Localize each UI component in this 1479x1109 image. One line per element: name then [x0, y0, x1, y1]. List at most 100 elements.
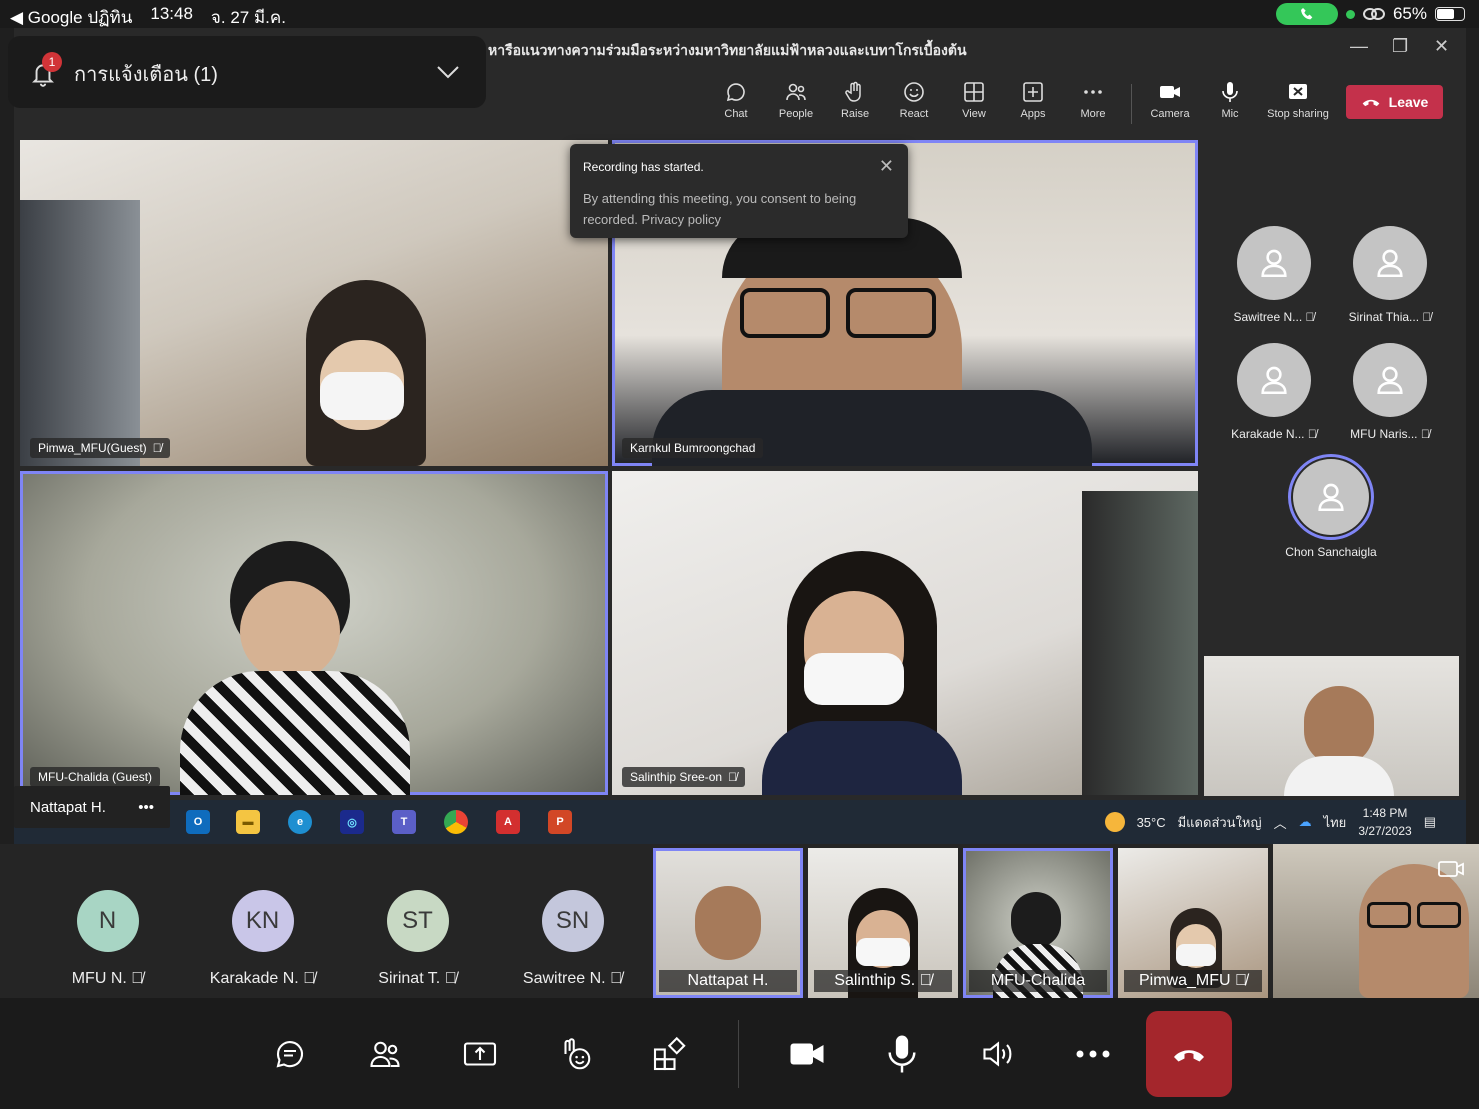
taskbar-clock[interactable]: 1:48 PM 3/27/2023 [1358, 804, 1411, 840]
apps-button[interactable]: Apps [1003, 80, 1063, 120]
share-tray-icon [463, 1042, 497, 1066]
taskbar-date: 3/27/2023 [1358, 824, 1412, 838]
participant-name: Sawitree N... [1233, 310, 1303, 324]
video-toggle-button[interactable] [785, 1032, 829, 1076]
notification-text: การแจ้งเตือน (1) [74, 64, 218, 86]
presenter-name-chip[interactable]: Nattapat H. ••• [14, 786, 170, 828]
raise-hand-button[interactable]: Raise [825, 80, 885, 120]
view-button[interactable]: View [944, 80, 1004, 120]
video-tile-salinthip[interactable]: Salinthip Sree-on 🎙̸ [612, 471, 1198, 795]
controls-divider [738, 1020, 739, 1088]
chat-button[interactable] [268, 1032, 312, 1076]
video-tile-pimwa[interactable]: Pimwa_MFU(Guest) 🎙̸ [20, 140, 608, 466]
camera-label: Camera [1150, 108, 1190, 120]
tile-name-chip: MFU-Chalida (Guest) [30, 767, 161, 787]
strip-video-chalida[interactable]: MFU-Chalida [963, 848, 1113, 998]
microphone-icon [1222, 82, 1238, 102]
face-mask [1176, 944, 1216, 966]
restore-icon[interactable]: ❐ [1392, 36, 1408, 57]
end-call-button[interactable] [1146, 1011, 1232, 1097]
participants-button[interactable] [363, 1032, 407, 1076]
acrobat-icon[interactable]: A [496, 810, 520, 834]
tile-name-chip: Pimwa_MFU(Guest) 🎙̸ [30, 438, 170, 458]
back-to-app-link[interactable]: ◀ Google ปฏิทิน [10, 4, 132, 31]
strip-participant-mfu-n[interactable]: N MFU N. 🎙̸ [30, 844, 185, 998]
strip-participant-sawitree[interactable]: SN Sawitree N. 🎙̸ [495, 844, 650, 998]
more-dots-icon[interactable]: ••• [138, 799, 154, 816]
side-participant-chon[interactable]: Chon Sanchaigla [1266, 454, 1396, 559]
participant-name: Nattapat H. [659, 970, 797, 992]
face-mask [804, 653, 904, 705]
glasses-left [740, 288, 830, 338]
webex-icon[interactable]: ◎ [340, 810, 364, 834]
more-button[interactable]: More [1063, 80, 1123, 120]
apps-button[interactable] [648, 1032, 692, 1076]
face [1359, 864, 1469, 998]
participant-name: Salinthip Sree-on [630, 770, 723, 784]
mic-muted-icon: 🎙̸ [131, 970, 144, 987]
stop-sharing-button[interactable]: Stop sharing [1260, 80, 1336, 120]
file-explorer-icon[interactable]: ▬ [236, 810, 260, 834]
mic-muted-icon: 🎙̸ [444, 970, 457, 987]
chat-button[interactable]: Chat [706, 80, 766, 120]
stop-share-icon [1289, 84, 1307, 99]
camera-button[interactable]: Camera [1140, 80, 1200, 120]
tile-name-chip: Karnkul Bumroongchad [622, 438, 764, 458]
people-icon [786, 83, 806, 101]
teams-icon[interactable]: T [392, 810, 416, 834]
minimize-icon[interactable]: — [1350, 36, 1368, 57]
avatar-person-icon [1237, 226, 1311, 300]
outlook-icon[interactable]: O [186, 810, 210, 834]
more-options-button[interactable] [1071, 1032, 1115, 1076]
mic-button[interactable]: Mic [1200, 80, 1260, 120]
face-mask [856, 938, 910, 966]
presenter-name: Nattapat H. [30, 798, 106, 816]
participant-name: Karnkul Bumroongchad [630, 441, 756, 455]
strip-video-pimwa[interactable]: Pimwa_MFU 🎙̸ [1118, 848, 1268, 998]
patterned-shirt [180, 671, 410, 795]
participant-name: MFU-Chalida [969, 970, 1107, 992]
chat-label: Chat [724, 108, 748, 120]
people-button[interactable]: People [766, 80, 826, 120]
leave-label: Leave [1388, 94, 1429, 110]
side-participant-mfu-naris[interactable]: MFU Naris... 🎙̸ [1338, 343, 1442, 441]
side-participant-sirinat[interactable]: Sirinat Thia... 🎙̸ [1338, 226, 1442, 324]
avatar-person-icon [1237, 343, 1311, 417]
view-label: View [962, 108, 986, 120]
self-camera-preview[interactable] [1273, 844, 1479, 998]
close-window-icon[interactable]: ✕ [1434, 36, 1449, 57]
participant-name: Pimwa_MFU [1138, 972, 1231, 989]
notification-center-icon[interactable]: ▤ [1424, 814, 1436, 830]
chevron-up-icon[interactable]: ︿ [1274, 813, 1287, 832]
powerpoint-icon[interactable]: P [548, 810, 572, 834]
mute-button[interactable] [880, 1032, 924, 1076]
react-button[interactable]: React [884, 80, 944, 120]
microphone-icon [888, 1035, 916, 1073]
strip-video-nattapat[interactable]: Nattapat H. [653, 848, 803, 998]
video-tile-chalida[interactable]: MFU-Chalida (Guest) [20, 471, 608, 795]
side-participant-sawitree[interactable]: Sawitree N... 🎙̸ [1222, 226, 1326, 324]
reactions-button[interactable] [553, 1032, 597, 1076]
chrome-icon[interactable] [444, 810, 468, 834]
edge-icon[interactable]: e [288, 810, 312, 834]
mic-muted-icon: 🎙̸ [1235, 972, 1247, 989]
switch-camera-icon[interactable] [1437, 858, 1467, 884]
notification-banner[interactable]: 1 การแจ้งเตือน (1) [8, 36, 486, 108]
active-call-pill[interactable] [1275, 3, 1338, 25]
share-screen-button[interactable] [458, 1032, 502, 1076]
language-indicator[interactable]: ไทย [1324, 812, 1347, 833]
side-participant-karakade[interactable]: Karakade N... 🎙̸ [1222, 343, 1326, 441]
onedrive-cloud-icon[interactable]: ☁ [1299, 814, 1312, 830]
strip-participant-karakade[interactable]: KN Karakade N. 🎙̸ [185, 844, 340, 998]
window-background [1082, 491, 1198, 795]
chat-icon [726, 83, 745, 102]
speaker-button[interactable] [976, 1032, 1020, 1076]
shirt [762, 721, 962, 795]
self-view-video [1204, 656, 1459, 796]
people-icon [370, 1041, 400, 1068]
close-icon[interactable]: ✕ [879, 156, 894, 177]
chevron-down-icon[interactable] [436, 64, 460, 80]
strip-video-salinthip[interactable]: Salinthip S. 🎙̸ [808, 848, 958, 998]
leave-button[interactable]: Leave [1346, 85, 1443, 119]
strip-participant-sirinat[interactable]: ST Sirinat T. 🎙̸ [340, 844, 495, 998]
